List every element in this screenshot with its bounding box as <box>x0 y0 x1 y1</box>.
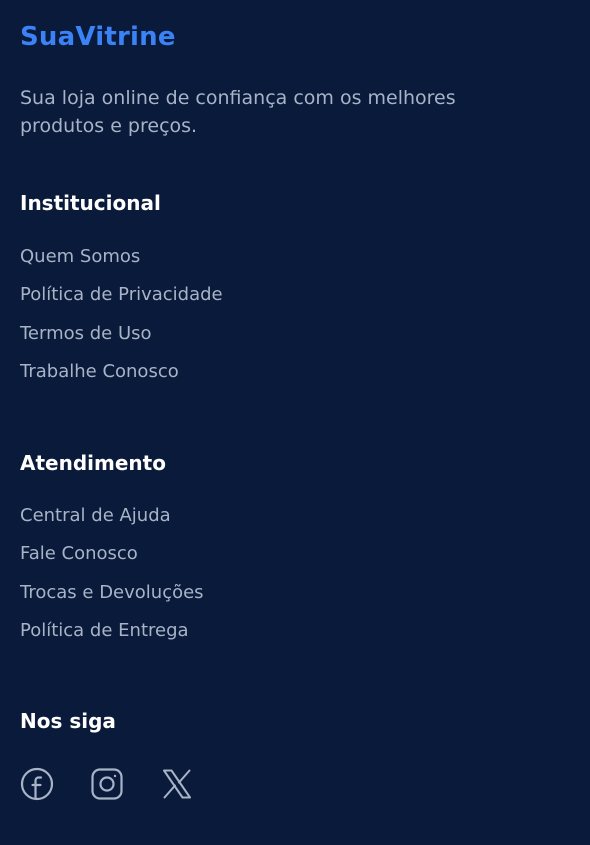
brand-logo[interactable]: SuaVitrine <box>20 22 176 52</box>
list-item: Política de Privacidade <box>20 283 223 321</box>
institucional-links: Quem Somos Política de Privacidade Termo… <box>20 245 223 398</box>
link-politica-entrega[interactable]: Política de Entrega <box>20 620 189 641</box>
link-termos-uso[interactable]: Termos de Uso <box>20 323 152 344</box>
atendimento-links: Central de Ajuda Fale Conosco Trocas e D… <box>20 504 204 657</box>
list-item: Quem Somos <box>20 245 223 283</box>
list-item: Trabalhe Conosco <box>20 360 223 398</box>
brand-tagline: Sua loja online de confiança com os melh… <box>20 87 456 137</box>
x-link[interactable] <box>160 767 194 801</box>
section-title-institucional: Institucional <box>20 191 161 215</box>
list-item: Fale Conosco <box>20 542 204 580</box>
list-item: Central de Ajuda <box>20 504 204 542</box>
social-links <box>20 767 194 801</box>
facebook-icon <box>20 767 54 801</box>
link-trabalhe-conosco[interactable]: Trabalhe Conosco <box>20 361 179 382</box>
link-trocas-devolucoes[interactable]: Trocas e Devoluções <box>20 582 204 603</box>
link-politica-privacidade[interactable]: Política de Privacidade <box>20 284 223 305</box>
list-item: Termos de Uso <box>20 322 223 360</box>
section-title-social: Nos siga <box>20 709 116 733</box>
link-quem-somos[interactable]: Quem Somos <box>20 246 140 267</box>
x-icon <box>163 769 191 799</box>
instagram-icon <box>91 768 123 800</box>
link-fale-conosco[interactable]: Fale Conosco <box>20 543 138 564</box>
section-title-atendimento: Atendimento <box>20 451 166 475</box>
list-item: Trocas e Devoluções <box>20 581 204 619</box>
link-central-ajuda[interactable]: Central de Ajuda <box>20 505 171 526</box>
instagram-link[interactable] <box>90 767 124 801</box>
facebook-link[interactable] <box>20 767 54 801</box>
list-item: Política de Entrega <box>20 619 204 657</box>
